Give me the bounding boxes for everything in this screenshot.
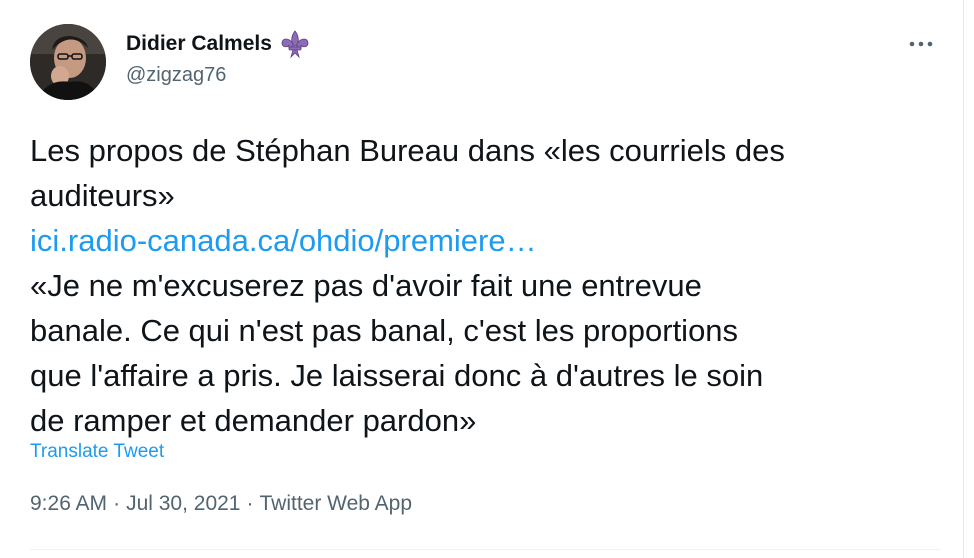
tweet-text-line: Les propos de Stéphan Bureau dans «les c… xyxy=(30,133,785,168)
separator-dot: · xyxy=(246,492,254,515)
tweet-quote-line: banale. Ce qui n'est pas banal, c'est le… xyxy=(30,313,739,348)
author-handle[interactable]: @zigzag76 xyxy=(126,64,226,87)
tweet-date[interactable]: Jul 30, 2021 xyxy=(126,492,240,516)
more-horizontal-icon[interactable] xyxy=(904,34,938,54)
divider xyxy=(30,549,940,550)
author-name[interactable]: Didier Calmels xyxy=(126,32,272,56)
tweet-text: Les propos de Stéphan Bureau dans «les c… xyxy=(30,128,940,443)
separator-dot: · xyxy=(113,492,121,515)
tweet-link[interactable]: ici.radio-canada.ca/ohdio/premiere… xyxy=(30,218,940,263)
fleur-de-lis-icon xyxy=(280,30,310,58)
tweet-text-line: auditeurs» xyxy=(30,178,175,213)
tweet-source[interactable]: Twitter Web App xyxy=(260,492,413,516)
translate-tweet-button[interactable]: Translate Tweet xyxy=(30,441,164,463)
avatar[interactable] xyxy=(30,24,106,100)
tweet-quote-line: de ramper et demander pardon» xyxy=(30,403,477,438)
avatar-photo xyxy=(30,24,106,100)
tweet-quote-line: «Je ne m'excuserez pas d'avoir fait une … xyxy=(30,268,702,303)
tweet-metadata: 9:26 AM · Jul 30, 2021 · Twitter Web App xyxy=(30,492,412,516)
tweet-card: Didier Calmels @zigzag76 Les propos de S… xyxy=(0,0,964,558)
tweet-time[interactable]: 9:26 AM xyxy=(30,492,107,516)
tweet-quote-line: que l'affaire a pris. Je laisserai donc … xyxy=(30,358,764,393)
author-name-row[interactable]: Didier Calmels xyxy=(126,30,310,58)
